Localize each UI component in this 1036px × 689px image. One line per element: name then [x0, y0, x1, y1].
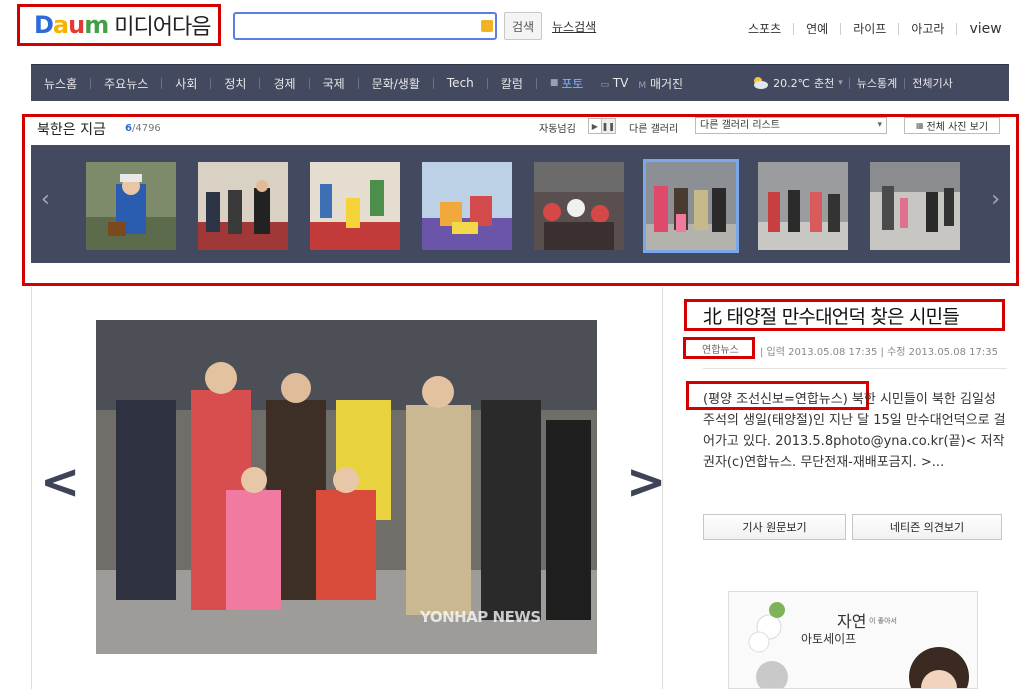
thumbnail-8[interactable] [870, 162, 960, 250]
all-photos-label: 전체 사진 보기 [926, 122, 989, 133]
nav-item-magazine[interactable]: M 매거진 [632, 75, 689, 92]
nav-item-politics[interactable]: 정치 [211, 75, 259, 92]
nav-link-all-articles[interactable]: 전체기사 [905, 75, 959, 91]
search-suggest-icon[interactable] [481, 20, 493, 32]
thumbnail-4[interactable] [422, 162, 512, 250]
grid-icon: ▦ [915, 121, 924, 130]
view-original-button[interactable]: 기사 원문보기 [703, 514, 846, 540]
pause-icon[interactable]: ❚❚ [600, 119, 615, 133]
ad-subtitle: 아토세이프 [801, 632, 857, 646]
news-search-link[interactable]: 뉴스검색 [552, 18, 596, 35]
article-headline: 北 태양절 만수대언덕 찾은 시민들 [684, 299, 1005, 331]
photo-watermark: YONHAP NEWS [420, 608, 541, 626]
weather-cloud-icon [754, 77, 769, 89]
thumbnail-1[interactable] [86, 162, 176, 250]
thumbnail-7[interactable] [758, 162, 848, 250]
nav-item-tv[interactable]: ▭ TV [596, 76, 632, 90]
thumbnail-6-selected[interactable] [643, 159, 739, 253]
play-icon[interactable]: ▶ [589, 119, 601, 133]
daum-logo: Daum [34, 11, 109, 39]
view-comments-button[interactable]: 네티즌 의견보기 [852, 514, 1002, 540]
top-link-life[interactable]: 라이프 [841, 20, 898, 37]
top-link-agora[interactable]: 아고라 [899, 20, 956, 37]
nav-item-photo[interactable]: ■ 포토 [537, 75, 597, 92]
magazine-icon: M [638, 80, 647, 91]
thumbnail-5[interactable] [534, 162, 624, 250]
other-gallery-label: 다른 갤러리 [629, 124, 679, 135]
auto-advance-controls: ▶ ❚❚ [588, 118, 616, 134]
nav-link-stats[interactable]: 뉴스통계 [850, 75, 904, 91]
article-source[interactable]: 연합뉴스 [683, 337, 755, 359]
logo-subtitle: 미디어다음 [114, 15, 211, 40]
article-meta: | 입력 2013.05.08 17:35 | 수정 2013.05.08 17… [760, 347, 998, 358]
main-photo [96, 320, 597, 654]
nav-item-world[interactable]: 국제 [310, 75, 358, 92]
weather-widget[interactable]: 20.2℃ 춘천 ▾ [751, 75, 843, 91]
weather-city: 춘천 [813, 77, 835, 90]
ad-banner[interactable]: 자연 이 좋아서 아토세이프 [728, 591, 978, 689]
nav-item-top-news[interactable]: 주요뉴스 [91, 75, 161, 92]
thumbnail-2[interactable] [198, 162, 288, 250]
nav-item-tech[interactable]: Tech [434, 76, 487, 90]
logo[interactable]: Daum 미디어다음 [17, 4, 221, 46]
other-gallery-select[interactable]: 다른 갤러리 리스트 ▾ [695, 117, 887, 134]
next-photo-icon[interactable]: > [626, 458, 666, 506]
main-photo-image [96, 320, 597, 654]
chevron-down-icon: ▾ [838, 78, 843, 88]
search-button[interactable]: 검색 [504, 12, 542, 40]
ad-small-text: 이 좋아서 [869, 617, 897, 625]
gallery-counter: 6/4796 [125, 123, 161, 134]
main-nav: 뉴스홈 주요뉴스 사회 정치 경제 국제 문화/생활 Tech 칼럼 ■ 포토 … [31, 64, 1009, 101]
article-caption: (평양 조선신보=연합뉴스) 북한 시민들이 북한 김일성 주석의 생일(태양절… [703, 392, 1006, 470]
gallery-title: 북한은 지금 [37, 122, 106, 138]
all-photos-button[interactable]: ▦ 전체 사진 보기 [904, 117, 1000, 134]
auto-advance-label: 자동넘김 [539, 124, 576, 135]
search-input[interactable] [233, 12, 497, 40]
camera-icon: ■ [549, 78, 559, 88]
nav-item-news-home[interactable]: 뉴스홈 [31, 75, 90, 92]
other-gallery-value: 다른 갤러리 리스트 [700, 120, 780, 131]
nav-photo-label: 포토 [561, 76, 584, 91]
gallery-current: 6 [125, 123, 132, 134]
divider [703, 368, 1007, 369]
previous-photo-icon[interactable]: < [40, 458, 80, 506]
nav-item-column[interactable]: 칼럼 [488, 75, 536, 92]
gallery-panel: 북한은 지금 6/4796 자동넘김 ▶ ❚❚ 다른 갤러리 다른 갤러리 리스… [22, 114, 1019, 286]
nav-item-society[interactable]: 사회 [162, 75, 210, 92]
gallery-total: /4796 [131, 123, 161, 134]
chevron-right-icon[interactable]: › [991, 187, 1000, 212]
chevron-left-icon[interactable]: ‹ [41, 187, 50, 212]
nav-tv-label: TV [612, 76, 629, 90]
top-link-view[interactable]: view [957, 21, 1013, 37]
nav-right-links: 뉴스통계 전체기사 [848, 75, 960, 91]
chevron-down-icon: ▾ [877, 120, 882, 130]
thumbnail-3[interactable] [310, 162, 400, 250]
thumbnail-strip: ‹ › [31, 145, 1010, 263]
nav-magazine-label: 매거진 [649, 76, 684, 91]
top-link-entertainment[interactable]: 연예 [794, 20, 840, 37]
tv-icon: ▭ [600, 80, 609, 90]
nav-item-culture[interactable]: 문화/생활 [359, 75, 433, 92]
top-link-sports[interactable]: 스포츠 [736, 20, 793, 37]
top-links: 스포츠 연예 라이프 아고라 view [736, 20, 1014, 37]
weather-temp: 20.2℃ [773, 76, 810, 90]
nav-item-economy[interactable]: 경제 [260, 75, 308, 92]
ad-title: 자연 [837, 612, 867, 631]
